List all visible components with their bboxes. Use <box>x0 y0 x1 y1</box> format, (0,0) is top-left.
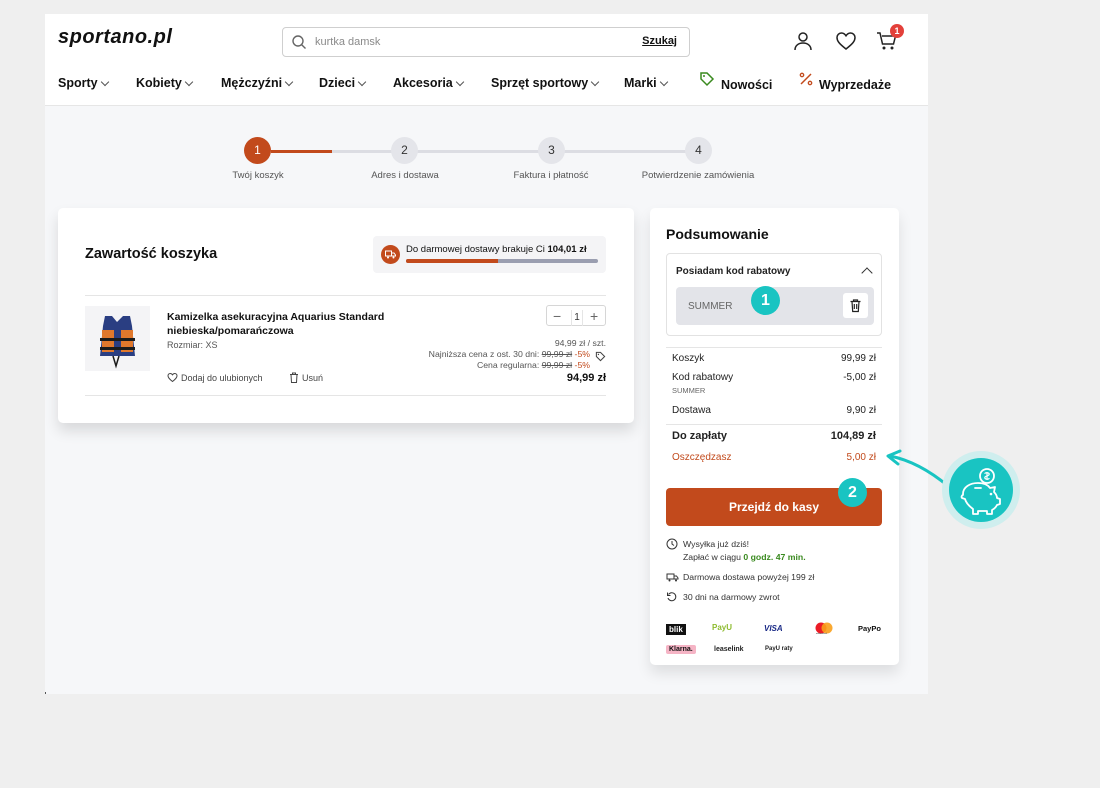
page: sportano.pl Szukaj 1 Sporty Kobiety Mężc… <box>45 14 928 694</box>
chevron-down-icon <box>591 77 600 87</box>
user-icon[interactable] <box>792 30 814 52</box>
heart-icon[interactable] <box>835 30 857 52</box>
chevron-down-icon <box>284 77 294 87</box>
remove-promo-button[interactable] <box>843 293 868 318</box>
chevron-down-icon <box>659 77 668 87</box>
summary-row-savings: Oszczędzasz 5,00 zł <box>672 452 876 463</box>
nav-item-sprzet-sportowy[interactable]: Sprzęt sportowy <box>491 76 600 90</box>
nav-item-sporty[interactable]: Sporty <box>58 76 109 90</box>
free-shipping-progress-fill <box>406 259 499 263</box>
step-3-label: Faktura i płatność <box>513 170 589 181</box>
trash-icon <box>290 372 298 383</box>
cart-panel: Zawartość koszyka Do darmowej dostawy br… <box>58 208 634 423</box>
truck-icon <box>666 573 679 582</box>
order-summary-panel: Podsumowanie Posiadam kod rabatowy Koszy… <box>650 208 899 665</box>
payu-logo: PayU <box>712 623 733 632</box>
divider <box>85 395 606 396</box>
free-shipping-progress-bar <box>406 259 598 263</box>
annotation-badge-2: 2 <box>838 478 867 507</box>
heart-icon <box>167 372 178 383</box>
tag-icon <box>700 72 715 87</box>
paypo-logo: PayPo <box>858 624 881 633</box>
free-shipping-box: Do darmowej dostawy brakuje Ci 104,01 zł <box>373 236 606 273</box>
add-to-favorites-button[interactable]: Dodaj do ulubionych <box>167 372 263 383</box>
lowest-price-info: Najniższa cena z ost. 30 dni: 99,99 zł -… <box>428 349 590 359</box>
steps-progress <box>271 150 332 153</box>
tag-info-icon[interactable] <box>595 351 606 362</box>
chevron-down-icon <box>100 77 109 87</box>
cart-title: Zawartość koszyka <box>85 246 218 262</box>
discount-code-name: SUMMER <box>672 386 706 395</box>
step-2-label: Adres i dostawa <box>371 170 439 181</box>
divider <box>85 295 606 296</box>
step-4-label: Potwierdzenie zamówienia <box>641 170 755 181</box>
mastercard-logo: mastercard <box>815 622 833 635</box>
header: sportano.pl Szukaj 1 Sporty Kobiety Mężc… <box>45 14 928 106</box>
chevron-down-icon <box>184 77 194 87</box>
search-icon <box>292 35 306 49</box>
payu-raty-logo: PayU raty <box>765 646 793 652</box>
nav-item-mezczyzni[interactable]: Mężczyźni <box>221 76 294 90</box>
decrease-quantity-button[interactable]: − <box>553 308 561 324</box>
frame-mark <box>45 692 46 694</box>
nav-item-kobiety[interactable]: Kobiety <box>136 76 194 90</box>
logo[interactable]: sportano.pl <box>58 26 172 49</box>
annotation-badge-1: 1 <box>751 286 780 315</box>
leaselink-logo: leaselink <box>714 646 744 653</box>
remove-item-button[interactable]: Usuń <box>289 372 323 383</box>
chevron-up-icon[interactable] <box>861 267 873 279</box>
trash-icon <box>850 299 861 313</box>
product-image[interactable] <box>85 306 150 371</box>
step-1-circle[interactable]: 1 <box>244 137 271 164</box>
cart-count-badge: 1 <box>890 24 904 38</box>
search-button[interactable]: Szukaj <box>642 35 677 47</box>
piggy-bank-icon <box>949 458 1013 522</box>
free-shipping-amount: 104,01 zł <box>547 244 587 255</box>
summary-row-shipping: Dostawa 9,90 zł <box>672 405 876 416</box>
clock-icon <box>666 538 678 550</box>
steps-track <box>271 150 711 153</box>
step-2-circle: 2 <box>391 137 418 164</box>
item-total-price: 94,99 zł <box>566 372 606 384</box>
divider <box>666 347 882 348</box>
nav-item-nowosci[interactable]: Nowości <box>699 71 772 92</box>
divider <box>666 424 882 425</box>
visa-logo: VISA <box>764 624 783 633</box>
regular-price-info: Cena regularna: 99,99 zł -5% <box>476 360 590 370</box>
chevron-down-icon <box>357 77 367 87</box>
increase-quantity-button[interactable]: + <box>590 308 598 324</box>
free-shipping-text: Do darmowej dostawy brakuje Ci 104,01 zł <box>406 244 587 255</box>
return-icon <box>667 592 677 602</box>
product-size: Rozmiar: XS <box>167 340 218 350</box>
nav-item-dzieci[interactable]: Dzieci <box>319 76 367 90</box>
percent-icon <box>799 72 813 86</box>
step-1-label: Twój koszyk <box>232 170 284 181</box>
nav-item-marki[interactable]: Marki <box>624 76 668 90</box>
klarna-logo: Klarna. <box>666 645 696 654</box>
truck-icon <box>381 245 400 264</box>
step-4-circle: 4 <box>685 137 712 164</box>
summary-title: Podsumowanie <box>666 226 769 242</box>
promo-code-toggle[interactable]: Posiadam kod rabatowy <box>676 266 790 277</box>
search-input[interactable] <box>315 32 615 52</box>
quantity-stepper: − 1 + <box>546 305 606 326</box>
product-name[interactable]: Kamizelka asekuracyjna Aquarius Standard… <box>167 310 397 338</box>
unit-price: 94,99 zł / szt. <box>554 338 606 348</box>
blik-logo: blik <box>666 624 686 635</box>
summary-row-discount: Kod rabatowy SUMMER -5,00 zł <box>672 372 876 395</box>
quantity-value[interactable]: 1 <box>571 310 583 326</box>
summary-row-subtotal: Koszyk 99,99 zł <box>672 353 876 364</box>
nav-item-akcesoria[interactable]: Akcesoria <box>393 76 465 90</box>
nav-item-wyprzedaze[interactable]: Wyprzedaże <box>799 71 891 92</box>
summary-row-total: Do zapłaty 104,89 zł <box>672 430 876 442</box>
chevron-down-icon <box>455 77 465 87</box>
step-3-circle: 3 <box>538 137 565 164</box>
search-bar: Szukaj <box>282 27 690 57</box>
